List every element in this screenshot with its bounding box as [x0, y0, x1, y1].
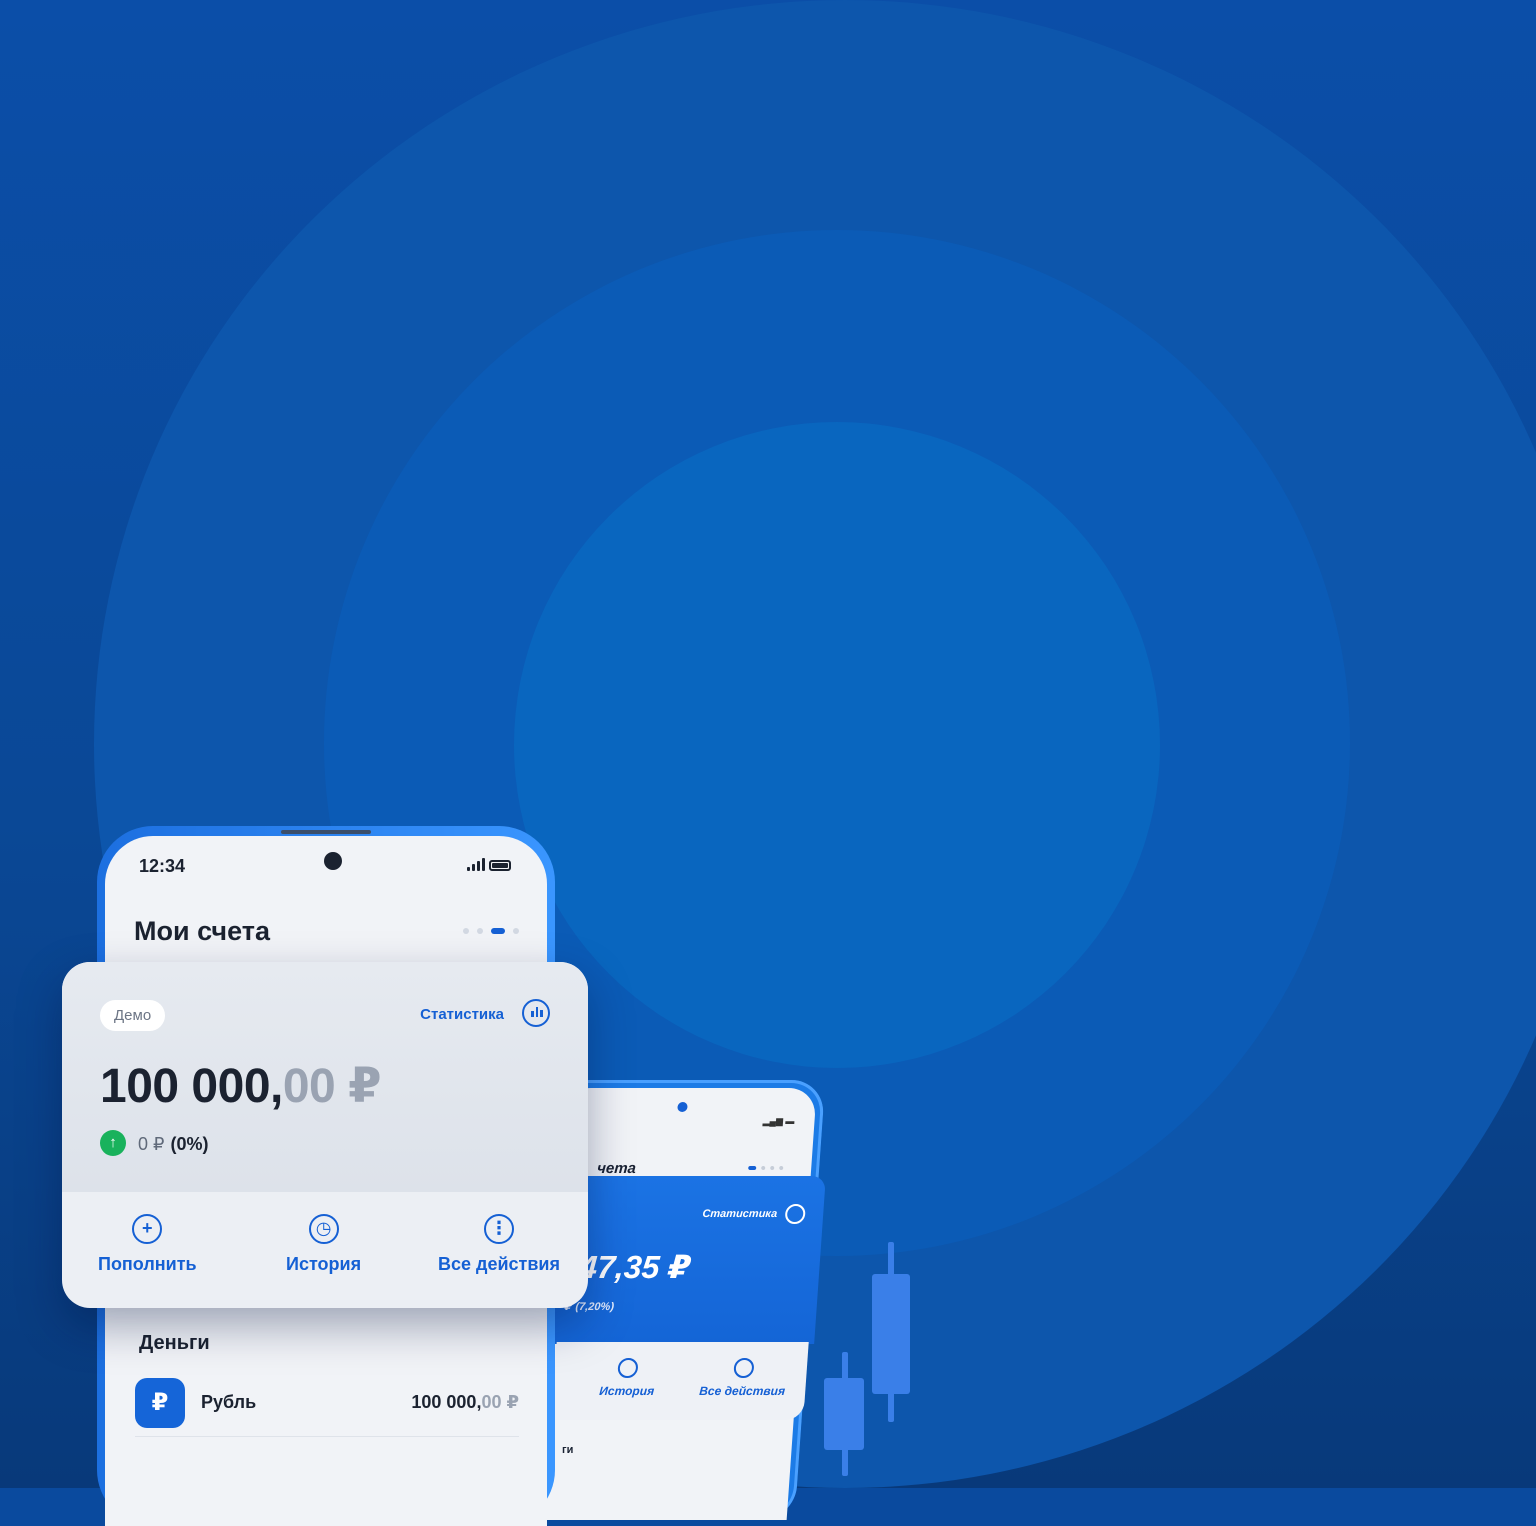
currency-row-rub[interactable]: ₽ Рубль 100 000,00 ₽ [135, 1378, 519, 1437]
statistics-link[interactable]: Статистика [702, 1208, 778, 1220]
history-label: История [286, 1254, 362, 1274]
more-vertical-icon [733, 1358, 755, 1378]
demo-account-card[interactable]: Демо Статистика 100 000,00 ₽ ↑ 0 ₽ (0%) +… [62, 962, 588, 1308]
speaker-grille [281, 830, 371, 834]
ruble-icon: ₽ [135, 1378, 185, 1428]
account-balance: 100 000,00 ₽ [100, 1060, 381, 1113]
more-vertical-icon: ⋮ [483, 1214, 514, 1244]
status-icons [467, 858, 511, 871]
currency-balance: 100 000,00 ₽ [411, 1392, 519, 1412]
top-up-button[interactable]: + Пополнить [98, 1214, 197, 1275]
candle-body [824, 1378, 864, 1450]
camera-icon [677, 1102, 688, 1112]
history-label: История [598, 1384, 655, 1398]
page-indicator[interactable] [463, 928, 519, 934]
signal-icon [467, 858, 485, 871]
card-summary: Демо Статистика 100 000,00 ₽ ↑ 0 ₽ (0%) [62, 962, 588, 1192]
currency-name: Рубль [201, 1392, 257, 1412]
money-section-title: Деньги [139, 1332, 210, 1354]
battery-icon [489, 860, 511, 871]
all-actions-button[interactable]: Все действия [699, 1358, 788, 1398]
background-ring-inner [514, 422, 1160, 1068]
all-actions-label: Все действия [698, 1384, 786, 1398]
balance-change: 0 ₽ (0%) [138, 1134, 209, 1154]
page-indicator [748, 1166, 784, 1170]
clock-icon: ◷ [308, 1214, 339, 1244]
candle-body [872, 1274, 910, 1394]
back-money-section-title: ги [562, 1444, 574, 1456]
chart-icon[interactable] [522, 999, 550, 1027]
chart-icon[interactable] [784, 1204, 806, 1224]
plus-circle-icon: + [132, 1214, 163, 1244]
status-time: 12:34 [139, 856, 186, 876]
top-up-label: Пополнить [98, 1254, 197, 1274]
camera-icon [324, 852, 342, 870]
history-button[interactable]: ◷ История [286, 1214, 361, 1275]
demo-badge: Демо [100, 1000, 166, 1031]
back-account-amount: 47,35 ₽ [578, 1249, 693, 1285]
statistics-link[interactable]: Статистика [420, 1006, 504, 1023]
arrow-up-icon: ↑ [100, 1130, 126, 1156]
signal-battery-icon: ▂▄▆ ▬ [762, 1116, 795, 1126]
all-actions-label: Все действия [438, 1254, 560, 1274]
page-title: Мои счета [134, 916, 270, 946]
back-phone-title: чета [596, 1160, 637, 1177]
clock-icon [617, 1358, 640, 1378]
history-button[interactable]: История [599, 1358, 657, 1398]
all-actions-button[interactable]: ⋮ Все действия [438, 1214, 560, 1275]
back-actions-bar: История Все действия [551, 1342, 809, 1420]
